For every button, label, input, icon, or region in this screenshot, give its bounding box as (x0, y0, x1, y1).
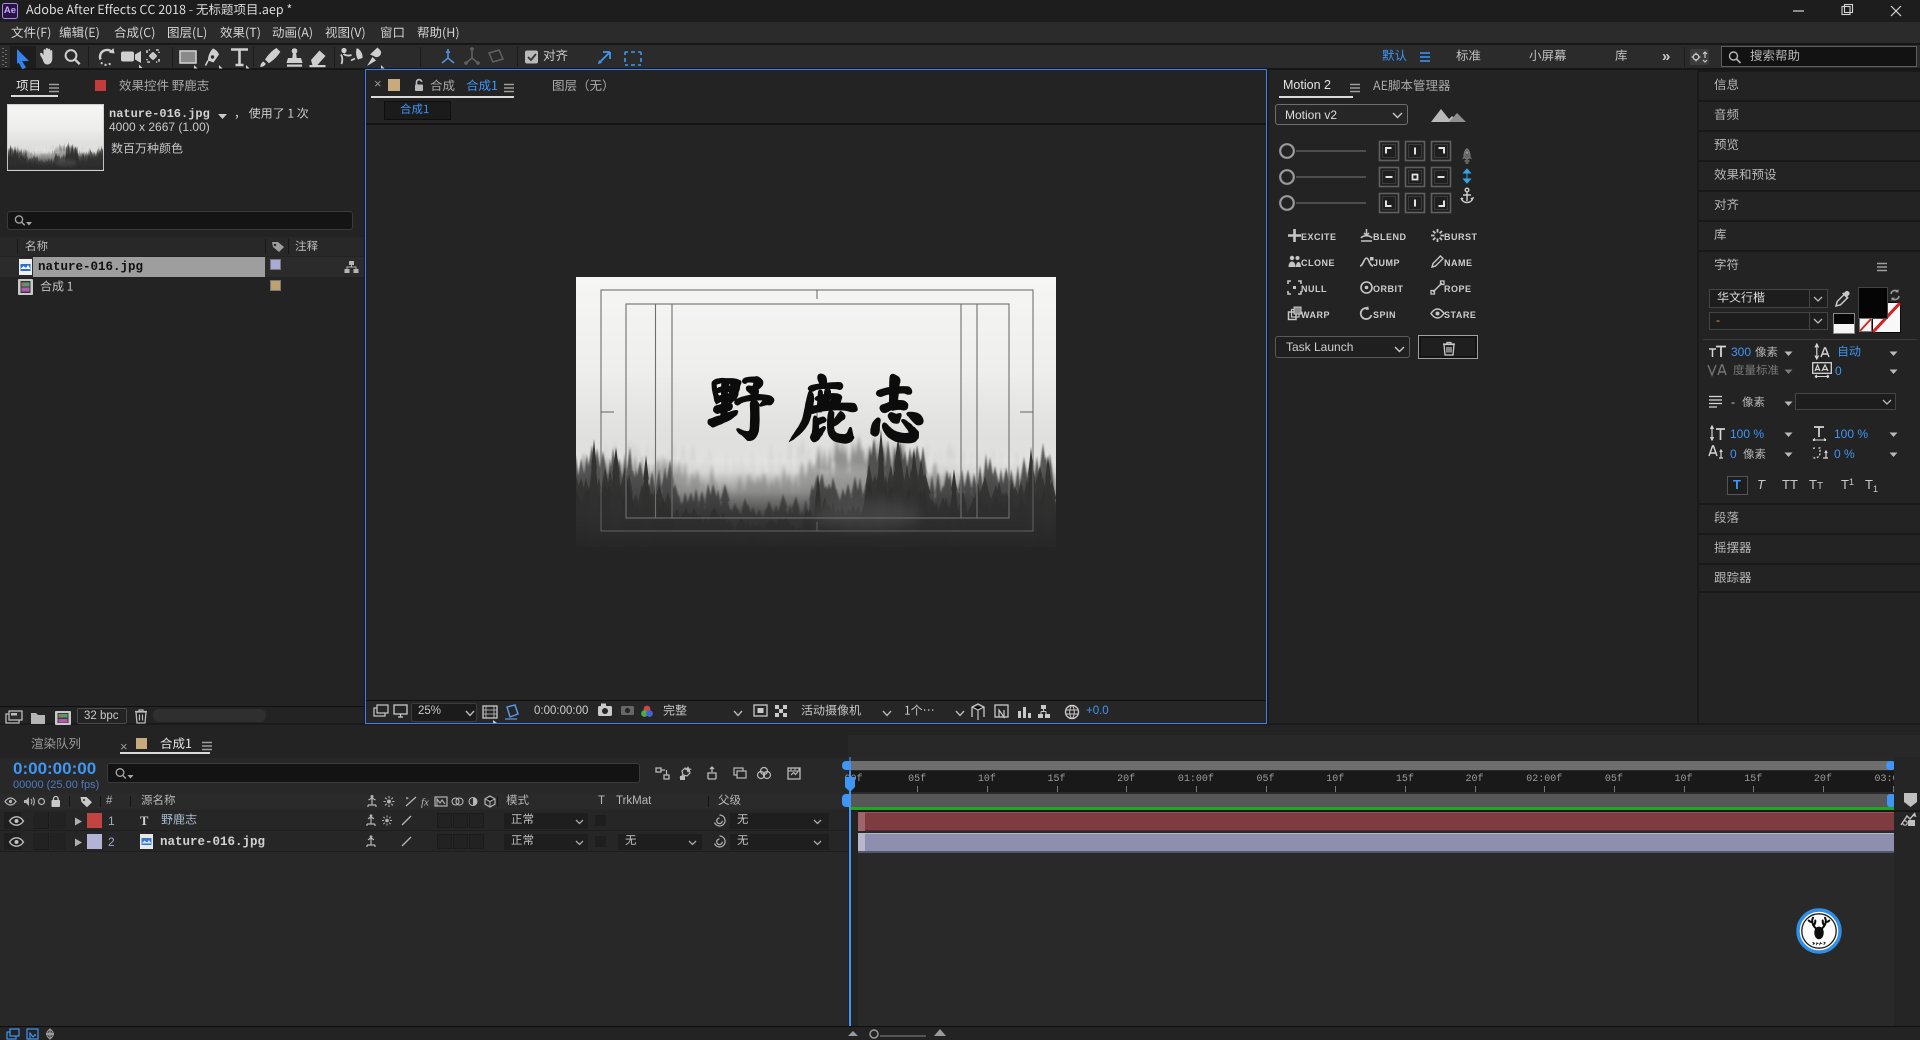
svg-text:fx: fx (421, 797, 429, 809)
